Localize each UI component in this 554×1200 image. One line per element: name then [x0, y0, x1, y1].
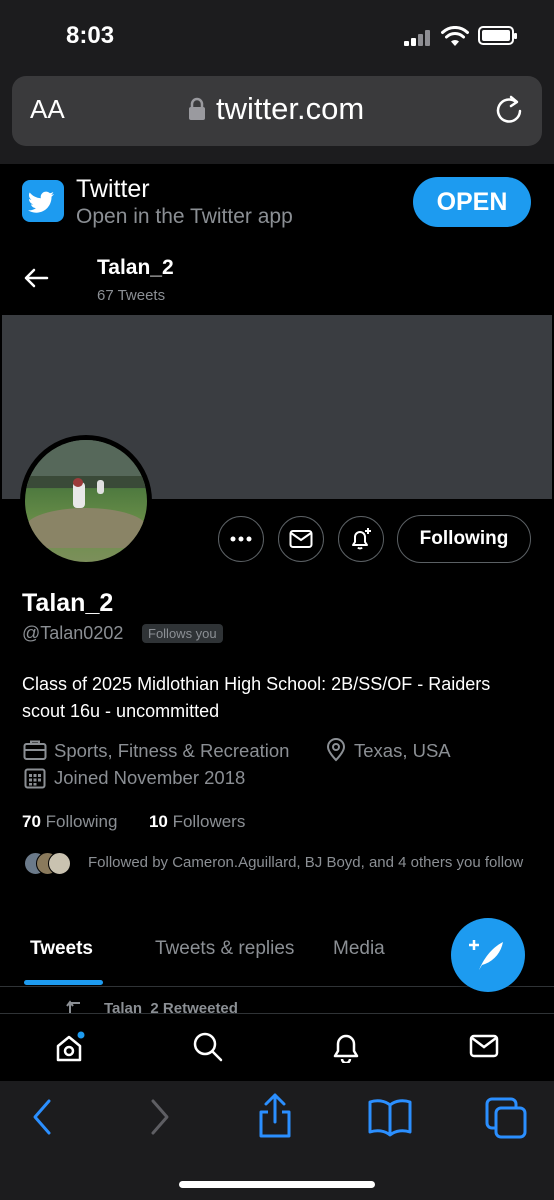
home-icon[interactable] [54, 1031, 88, 1065]
avatar[interactable] [25, 440, 147, 562]
signal-icon [404, 30, 434, 46]
notifications-toggle-button[interactable] [338, 516, 384, 562]
calendar-icon [24, 768, 46, 789]
follow-stats: 70 Following 10 Followers [22, 812, 245, 832]
following-label: Following [45, 812, 118, 831]
lock-icon [189, 97, 205, 120]
mail-icon [289, 530, 313, 548]
home-indicator [179, 1181, 375, 1188]
retweet-icon [66, 1000, 80, 1014]
joined-date: Joined November 2018 [54, 767, 246, 788]
followers-label: Followers [172, 812, 246, 831]
tab-tweets[interactable]: Tweets [30, 938, 93, 960]
messages-icon[interactable] [469, 1031, 499, 1061]
handle: @Talan0202 [22, 623, 124, 643]
battery-icon [478, 26, 517, 45]
message-button[interactable] [278, 516, 324, 562]
forward-icon[interactable] [148, 1097, 172, 1137]
active-tab-indicator [24, 980, 103, 985]
followers-count: 10 [148, 812, 168, 831]
wifi-icon [441, 26, 469, 46]
bookmarks-icon[interactable] [367, 1097, 413, 1137]
twitter-logo [22, 180, 64, 222]
share-icon[interactable] [256, 1092, 294, 1140]
reload-icon[interactable] [494, 93, 524, 125]
following-count: 70 [22, 812, 41, 831]
feather-plus-icon [469, 940, 503, 970]
location-icon [326, 738, 346, 762]
display-name: Talan_2 [22, 589, 114, 617]
header-tweet-count: 67 Tweets [97, 287, 166, 304]
location: Texas, USA [354, 740, 451, 761]
following-link[interactable]: 70 Following [22, 812, 117, 831]
tabs-icon[interactable] [484, 1096, 528, 1140]
url-text[interactable]: twitter.com [216, 91, 364, 127]
search-icon[interactable] [192, 1031, 224, 1063]
professional-category: Sports, Fitness & Recreation [54, 740, 290, 761]
followers-link[interactable]: 10 Followers [149, 812, 245, 831]
back-icon[interactable] [30, 1097, 54, 1137]
text-size-button[interactable]: AA [30, 94, 65, 125]
banner-subtitle: Open in the Twitter app [76, 205, 293, 228]
briefcase-icon [23, 740, 47, 760]
open-in-app-button[interactable]: OPEN [413, 177, 531, 227]
more-options-button[interactable] [218, 516, 264, 562]
follower-avatar[interactable] [48, 852, 71, 875]
twitter-bird-icon [27, 191, 55, 213]
banner-title: Twitter [76, 175, 150, 203]
compose-tweet-button[interactable] [451, 918, 525, 992]
status-time: 8:03 [66, 22, 115, 49]
followed-by-text[interactable]: Followed by Cameron.Aguillard, BJ Boyd, … [88, 852, 538, 873]
header-profile-name: Talan_2 [97, 256, 174, 279]
more-dots-icon [230, 536, 252, 542]
bell-plus-icon [352, 528, 371, 550]
bio: Class of 2025 Midlothian High School: 2B… [22, 674, 491, 721]
tab-media[interactable]: Media [333, 938, 385, 960]
tab-tweets-and-replies[interactable]: Tweets & replies [155, 938, 294, 960]
following-button[interactable]: Following [397, 515, 531, 563]
follows-you-badge: Follows you [142, 624, 223, 643]
back-arrow-icon[interactable] [22, 266, 50, 290]
notifications-icon[interactable] [331, 1031, 361, 1063]
